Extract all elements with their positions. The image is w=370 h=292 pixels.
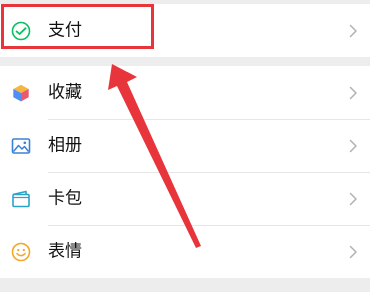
favorites-cube-icon [10, 82, 32, 104]
menu-item-card-wallet[interactable]: 卡包 [0, 172, 370, 225]
wechat-me-menu-page: 支付 收藏 相册 卡包 表情 [0, 0, 370, 292]
menu-item-album-label: 相册 [48, 135, 82, 155]
menu-item-stickers-label: 表情 [48, 241, 82, 261]
chevron-right-icon [349, 192, 358, 206]
card-wallet-icon [10, 188, 32, 210]
menu-item-favorites-label: 收藏 [48, 82, 82, 102]
menu-item-payment-label: 支付 [48, 20, 82, 40]
menu-item-stickers[interactable]: 表情 [0, 225, 370, 278]
wechat-pay-icon [10, 20, 32, 42]
payment-group: 支付 [0, 4, 370, 57]
chevron-right-icon [349, 245, 358, 259]
photo-album-icon [10, 135, 32, 157]
main-menu-group: 收藏 相册 卡包 表情 [0, 66, 370, 278]
chevron-right-icon [349, 86, 358, 100]
chevron-right-icon [349, 139, 358, 153]
menu-item-card-wallet-label: 卡包 [48, 188, 82, 208]
chevron-right-icon [349, 24, 358, 38]
smiley-icon [10, 241, 32, 263]
menu-item-payment[interactable]: 支付 [0, 4, 370, 57]
menu-item-favorites[interactable]: 收藏 [0, 66, 370, 119]
menu-item-album[interactable]: 相册 [0, 119, 370, 172]
